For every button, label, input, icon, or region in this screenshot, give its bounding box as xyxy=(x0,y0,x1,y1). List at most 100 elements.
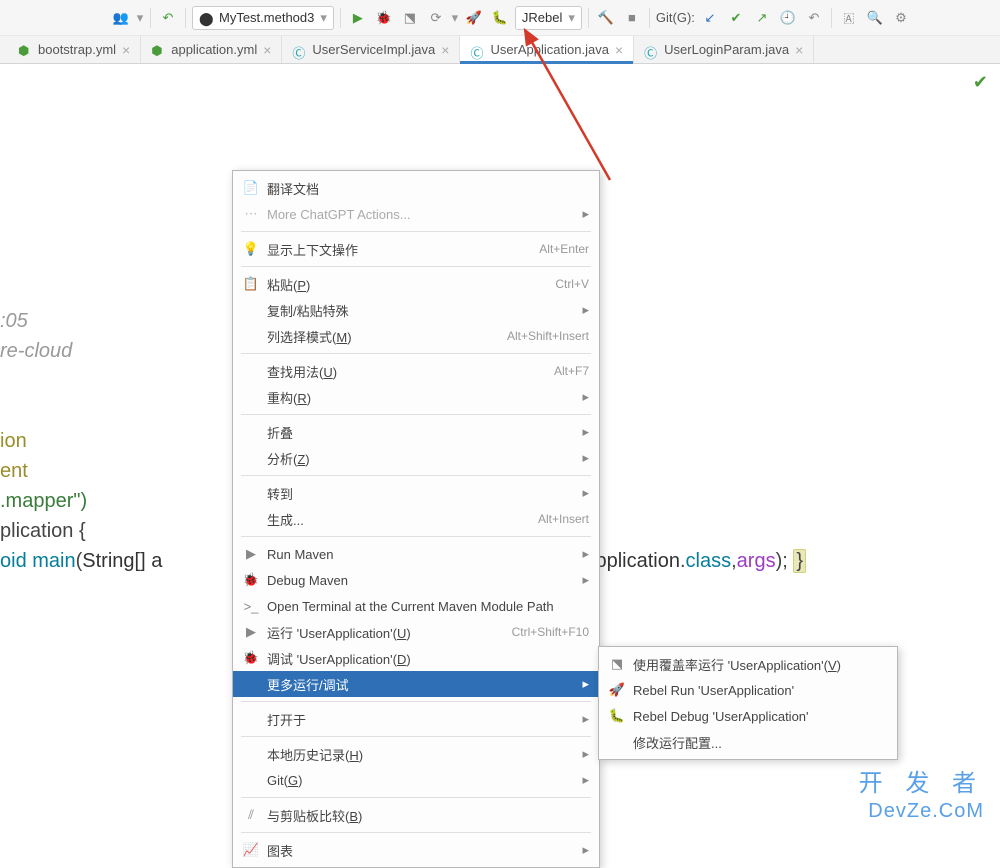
coverage-icon[interactable]: ⬔ xyxy=(399,7,421,29)
tab-userapplication[interactable]: ⒸUserApplication.java× xyxy=(460,36,634,63)
rebel-debug-icon[interactable]: 🐛 xyxy=(489,7,511,29)
menu-item-label: 翻译文档 xyxy=(261,179,589,198)
vcs-selector[interactable]: JRebel▾ xyxy=(515,6,582,30)
menu-item-label: 图表 xyxy=(261,841,575,860)
submenu-arrow-icon: ▸ xyxy=(575,842,589,858)
menu-item[interactable]: ⬔使用覆盖率运行 'UserApplication'(V) xyxy=(599,651,897,677)
settings-icon[interactable]: ⚙ xyxy=(890,7,912,29)
submenu-arrow-icon: ▸ xyxy=(575,389,589,405)
context-submenu: ⬔使用覆盖率运行 'UserApplication'(V)🚀Rebel Run … xyxy=(598,646,898,760)
git-label: Git(G): xyxy=(656,10,695,25)
submenu-arrow-icon: ▸ xyxy=(575,485,589,501)
undo-icon[interactable]: ↶ xyxy=(803,7,825,29)
git-commit-icon[interactable]: ✔ xyxy=(725,7,747,29)
menu-item[interactable]: 🐞调试 'UserApplication'(D) xyxy=(233,645,599,671)
menu-item[interactable]: 更多运行/调试▸ xyxy=(233,671,599,697)
users-dropdown[interactable]: ▾ xyxy=(136,10,144,26)
menu-item[interactable]: 打开于▸ xyxy=(233,706,599,732)
tab-bootstrap[interactable]: ⬢bootstrap.yml× xyxy=(8,36,141,63)
menu-item-label: 调试 'UserApplication'(D) xyxy=(261,649,589,668)
submenu-arrow-icon: ▸ xyxy=(575,711,589,727)
build-icon[interactable]: 🔨 xyxy=(595,7,617,29)
users-icon[interactable]: 👥 xyxy=(110,7,132,29)
menu-item[interactable]: >_Open Terminal at the Current Maven Mod… xyxy=(233,593,599,619)
run-icon[interactable]: ▶ xyxy=(347,7,369,29)
menu-item-label: Git(G) xyxy=(261,773,575,788)
tab-userloginparam[interactable]: ⒸUserLoginParam.java× xyxy=(634,36,814,63)
menu-item[interactable]: 📈图表▸ xyxy=(233,837,599,863)
watermark: 开 发 者 DevZe.CoM xyxy=(859,770,984,823)
menu-item[interactable]: ⋯More ChatGPT Actions...▸ xyxy=(233,201,599,227)
menu-item[interactable]: 📄翻译文档 xyxy=(233,175,599,201)
yml-icon: ⬢ xyxy=(18,43,32,57)
menu-item[interactable]: 🐞Debug Maven▸ xyxy=(233,567,599,593)
menu-item-label: Debug Maven xyxy=(261,573,575,588)
close-icon[interactable]: × xyxy=(441,42,449,58)
menu-item-label: More ChatGPT Actions... xyxy=(261,207,575,222)
git-history-icon[interactable]: 🕘 xyxy=(777,7,799,29)
menu-item-label: Rebel Debug 'UserApplication' xyxy=(627,709,887,724)
menu-shortcut: Ctrl+V xyxy=(555,277,589,291)
menu-item[interactable]: 🐛Rebel Debug 'UserApplication' xyxy=(599,703,897,729)
main-toolbar: 👥 ▾ ↶ ⬤ MyTest.method3 ▾ ▶ 🐞 ⬔ ⟳ ▾ 🚀 🐛 J… xyxy=(0,0,1000,36)
menu-item-label: 列选择模式(M) xyxy=(261,327,507,346)
menu-item[interactable]: 生成...Alt+Insert xyxy=(233,506,599,532)
menu-item-label: 显示上下文操作 xyxy=(261,240,539,259)
menu-item[interactable]: ▶运行 'UserApplication'(U)Ctrl+Shift+F10 xyxy=(233,619,599,645)
menu-item[interactable]: 折叠▸ xyxy=(233,419,599,445)
menu-item[interactable]: 列选择模式(M)Alt+Shift+Insert xyxy=(233,323,599,349)
menu-item[interactable]: 转到▸ xyxy=(233,480,599,506)
maven-run-icon: ▶ xyxy=(241,546,261,562)
menu-item-label: 折叠 xyxy=(261,423,575,442)
menu-item-label: Rebel Run 'UserApplication' xyxy=(627,683,887,698)
submenu-arrow-icon: ▸ xyxy=(575,450,589,466)
menu-item[interactable]: 本地历史记录(H)▸ xyxy=(233,741,599,767)
doc-icon: 📄 xyxy=(241,180,261,196)
diff-icon: ⫽ xyxy=(241,807,261,823)
coverage-icon: ⬔ xyxy=(607,656,627,672)
menu-item-label: 运行 'UserApplication'(U) xyxy=(261,623,512,642)
menu-item[interactable]: 查找用法(U)Alt+F7 xyxy=(233,358,599,384)
menu-item[interactable]: ▶Run Maven▸ xyxy=(233,541,599,567)
menu-item[interactable]: 💡显示上下文操作Alt+Enter xyxy=(233,236,599,262)
run-config-selector[interactable]: ⬤ MyTest.method3 ▾ xyxy=(192,6,334,30)
close-icon[interactable]: × xyxy=(615,42,623,58)
menu-item-label: 生成... xyxy=(261,510,538,529)
tab-application[interactable]: ⬢application.yml× xyxy=(141,36,282,63)
search-icon[interactable]: 🔍 xyxy=(864,7,886,29)
menu-item[interactable]: 修改运行配置... xyxy=(599,729,897,755)
back-icon[interactable]: ↶ xyxy=(157,7,179,29)
profile-icon[interactable]: ⟳ xyxy=(425,7,447,29)
close-icon[interactable]: × xyxy=(795,42,803,58)
menu-item[interactable]: 🚀Rebel Run 'UserApplication' xyxy=(599,677,897,703)
translate-icon[interactable]: 🇦 xyxy=(838,7,860,29)
menu-item[interactable]: ⫽与剪贴板比较(B) xyxy=(233,802,599,828)
menu-item-label: Run Maven xyxy=(261,547,575,562)
menu-item-label: 复制/粘贴特殊 xyxy=(261,301,575,320)
rebel-run-icon[interactable]: 🚀 xyxy=(463,7,485,29)
rebel-debug-icon: 🐛 xyxy=(607,708,627,724)
editor-tabs: ⬢bootstrap.yml× ⬢application.yml× ⒸUserS… xyxy=(0,36,1000,64)
menu-item[interactable]: 复制/粘贴特殊▸ xyxy=(233,297,599,323)
chart-icon: 📈 xyxy=(241,842,261,858)
menu-item[interactable]: 重构(R)▸ xyxy=(233,384,599,410)
bulb-icon: 💡 xyxy=(241,241,261,257)
profile-dropdown[interactable]: ▾ xyxy=(451,10,459,26)
close-icon[interactable]: × xyxy=(263,42,271,58)
git-pull-icon[interactable]: ↙ xyxy=(699,7,721,29)
tab-userservice[interactable]: ⒸUserServiceImpl.java× xyxy=(282,36,460,63)
git-push-icon[interactable]: ↗ xyxy=(751,7,773,29)
menu-item-label: 转到 xyxy=(261,484,575,503)
menu-item[interactable]: Git(G)▸ xyxy=(233,767,599,793)
stop-icon[interactable]: ■ xyxy=(621,7,643,29)
menu-item[interactable]: 分析(Z)▸ xyxy=(233,445,599,471)
debug-icon[interactable]: 🐞 xyxy=(373,7,395,29)
submenu-arrow-icon: ▸ xyxy=(575,772,589,788)
close-icon[interactable]: × xyxy=(122,42,130,58)
menu-item[interactable]: 📋粘贴(P)Ctrl+V xyxy=(233,271,599,297)
menu-item-label: 打开于 xyxy=(261,710,575,729)
menu-shortcut: Alt+Shift+Insert xyxy=(507,329,589,343)
java-class-icon: Ⓒ xyxy=(470,43,484,57)
submenu-arrow-icon: ▸ xyxy=(575,206,589,222)
java-class-icon: Ⓒ xyxy=(292,43,306,57)
